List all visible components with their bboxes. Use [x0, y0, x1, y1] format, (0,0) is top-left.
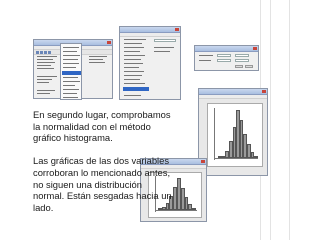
menu-item[interactable] [124, 71, 144, 72]
close-icon[interactable] [253, 47, 257, 50]
text-line [37, 56, 57, 57]
menu-item-selected[interactable] [123, 87, 149, 91]
menu-item[interactable] [124, 75, 142, 76]
text-line [37, 59, 53, 60]
toolbar-icon[interactable] [40, 50, 43, 54]
menu-item[interactable] [63, 93, 77, 94]
window-titlebar [120, 27, 180, 33]
text-line [37, 79, 52, 80]
menu-item[interactable] [124, 95, 141, 96]
menu-item[interactable] [63, 55, 80, 56]
text-line [154, 47, 174, 48]
menu-item[interactable] [124, 79, 140, 80]
menu-item[interactable] [124, 67, 139, 68]
histogram-dialog [194, 45, 259, 71]
histogram-window-1 [198, 88, 268, 176]
text-line [154, 51, 170, 52]
menu-bar[interactable] [120, 33, 180, 37]
menu-item[interactable] [63, 67, 76, 68]
menu-item[interactable] [124, 83, 145, 84]
text-line [199, 55, 213, 56]
toolbar-icon[interactable] [44, 50, 47, 54]
variable-field[interactable] [235, 59, 249, 62]
toolbar-icon[interactable] [48, 50, 51, 54]
menu-item[interactable] [124, 39, 146, 40]
slide-caption: En segundo lugar, comprobamos la normali… [33, 109, 175, 225]
ok-button[interactable] [235, 65, 243, 68]
menu-item[interactable] [63, 59, 78, 60]
graphs-menu [60, 43, 82, 100]
decorative-line [289, 0, 290, 240]
menu-item[interactable] [124, 43, 142, 44]
menu-bar[interactable] [199, 95, 267, 99]
text-line [37, 65, 51, 66]
close-icon[interactable] [262, 90, 266, 93]
menu-item[interactable] [124, 59, 141, 60]
decorative-line [270, 0, 271, 240]
text-line [89, 62, 105, 63]
text-line [37, 76, 57, 77]
menu-item[interactable] [63, 81, 80, 82]
text-line [37, 90, 55, 91]
histogram-plot-area [207, 103, 263, 167]
menu-item[interactable] [63, 51, 77, 52]
caption-paragraph-2: Las gráficas de las dos variables corrob… [33, 155, 172, 213]
menu-item[interactable] [63, 63, 79, 64]
text-line [37, 68, 54, 69]
variable-field[interactable] [217, 54, 231, 57]
text-line [37, 82, 49, 83]
window-titlebar [195, 46, 258, 52]
close-icon[interactable] [107, 41, 111, 44]
dialog-field[interactable] [154, 39, 176, 42]
window-titlebar [199, 89, 267, 95]
menu-item[interactable] [124, 51, 140, 52]
variable-field[interactable] [217, 59, 231, 62]
menu-item[interactable] [124, 55, 145, 56]
text-line [37, 62, 55, 63]
variable-field[interactable] [235, 54, 249, 57]
submenu-window [119, 26, 181, 100]
histogram-bar [192, 208, 196, 210]
close-icon[interactable] [201, 160, 205, 163]
menu-item[interactable] [63, 47, 79, 48]
menu-item[interactable] [63, 77, 78, 78]
menu-item[interactable] [124, 63, 143, 64]
x-axis [214, 158, 258, 159]
menu-item[interactable] [63, 85, 75, 86]
text-line [89, 56, 107, 57]
menu-item[interactable] [124, 47, 144, 48]
close-icon[interactable] [175, 28, 179, 31]
text-line [89, 59, 103, 60]
menu-item-selected[interactable] [62, 71, 81, 75]
text-line [199, 60, 211, 61]
caption-paragraph-1: En segundo lugar, comprobamos la normali… [33, 109, 171, 144]
toolbar-icon[interactable] [36, 50, 39, 54]
cancel-button[interactable] [245, 65, 253, 68]
y-axis [214, 108, 215, 160]
histogram-bar [254, 155, 258, 158]
menu-item[interactable] [63, 97, 78, 98]
menu-item[interactable] [63, 89, 79, 90]
text-line [37, 93, 50, 94]
